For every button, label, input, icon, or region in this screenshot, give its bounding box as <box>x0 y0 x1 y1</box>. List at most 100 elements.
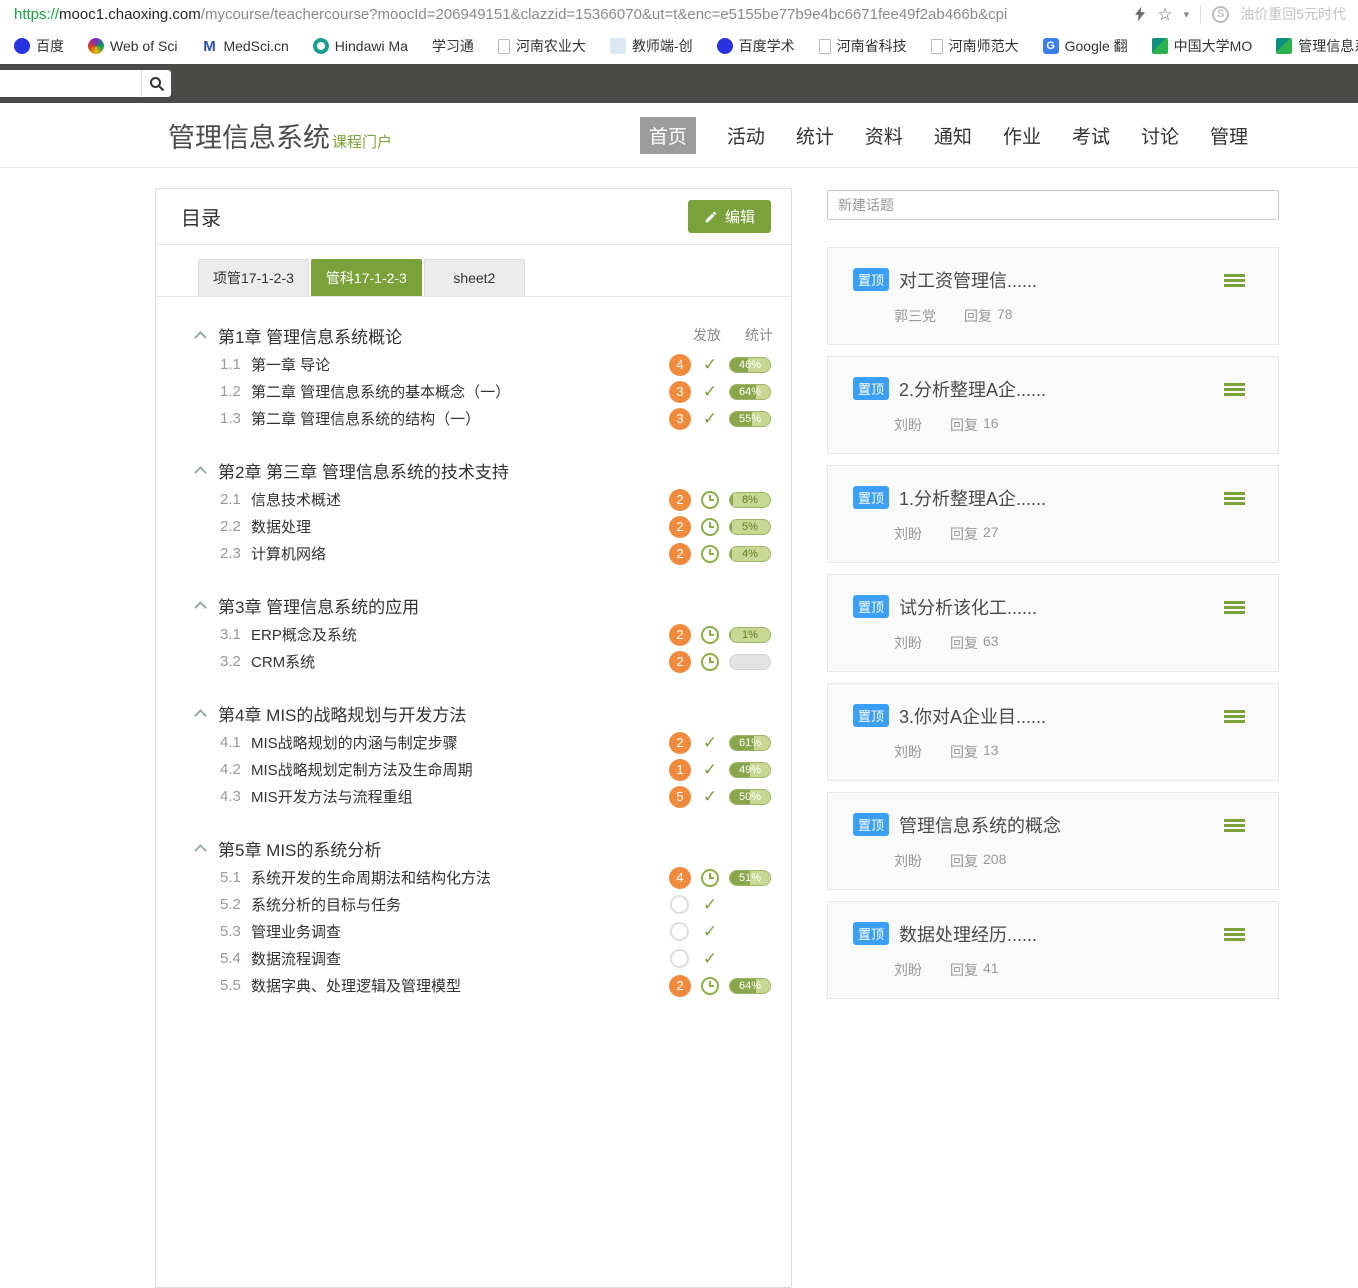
topic-author: 刘盼 <box>894 742 922 762</box>
section-title: 计算机网络 <box>251 543 326 564</box>
edit-button[interactable]: 编辑 <box>688 200 771 233</box>
bookmark-item[interactable]: Hindawi Ma <box>313 38 408 54</box>
menu-icon[interactable] <box>1224 819 1245 832</box>
menu-icon[interactable] <box>1224 492 1245 505</box>
bookmark-item[interactable]: 百度学术 <box>717 36 795 56</box>
collapse-chevron-icon[interactable] <box>194 331 207 344</box>
search-input[interactable] <box>0 70 141 97</box>
section-row[interactable]: 4.3 MIS开发方法与流程重组 5 50% <box>194 783 775 810</box>
nav-tab[interactable]: 活动 <box>727 122 765 149</box>
status-icon <box>701 626 719 644</box>
bookmark-item[interactable]: 管理信息系 <box>1276 36 1358 56</box>
menu-icon[interactable] <box>1224 601 1245 614</box>
bookmark-item[interactable]: 中国大学MO <box>1152 36 1253 56</box>
extension-icon[interactable]: S <box>1212 6 1229 23</box>
nav-tab[interactable]: 作业 <box>1003 122 1041 149</box>
section-row[interactable]: 2.1 信息技术概述 2 8% <box>194 486 775 513</box>
address-bar[interactable]: https://mooc1.chaoxing.com/mycourse/teac… <box>14 6 1123 23</box>
bookmark-item[interactable]: 百度 <box>14 36 64 56</box>
menu-icon[interactable] <box>1224 928 1245 941</box>
nav-tab[interactable]: 考试 <box>1072 122 1110 149</box>
progress-pill: 49% <box>729 762 771 778</box>
url-scheme: https:// <box>14 6 59 23</box>
task-count-badge: 4 <box>669 867 691 889</box>
collapse-chevron-icon[interactable] <box>194 601 207 614</box>
nav-tab[interactable]: 通知 <box>934 122 972 149</box>
topic-title: 3.你对A企业目...... <box>899 703 1046 729</box>
bookmark-item[interactable]: Google 翻 <box>1043 36 1128 56</box>
collapse-chevron-icon[interactable] <box>194 709 207 722</box>
column-stats: 统计 <box>745 325 773 345</box>
bookmark-item[interactable]: 河南师范大 <box>931 36 1019 56</box>
section-row[interactable]: 2.3 计算机网络 2 4% <box>194 540 775 567</box>
discussion-sidebar: 置顶 对工资管理信...... 郭三党 回复 78 置顶 <box>827 190 1279 1010</box>
chapter-title: 第2章 第三章 管理信息系统的技术支持 <box>218 458 509 483</box>
new-topic-input[interactable] <box>827 190 1279 220</box>
section-row[interactable]: 5.4 数据流程调查 <box>194 945 775 972</box>
topic-card[interactable]: 置顶 2.分析整理A企...... 刘盼 回复 16 <box>827 356 1279 454</box>
class-tab[interactable]: 管科17-1-2-3 <box>311 259 422 296</box>
bookmark-item[interactable]: Web of Sci <box>88 38 177 54</box>
menu-icon[interactable] <box>1224 274 1245 287</box>
topic-card[interactable]: 置顶 对工资管理信...... 郭三党 回复 78 <box>827 247 1279 345</box>
topic-title: 数据处理经历...... <box>899 921 1037 947</box>
section-row[interactable]: 4.1 MIS战略规划的内涵与制定步骤 2 61% <box>194 729 775 756</box>
section-title: 第二章 管理信息系统的基本概念（一） <box>251 381 510 402</box>
task-count-badge: 2 <box>669 489 691 511</box>
topic-card[interactable]: 置顶 管理信息系统的概念 刘盼 回复 208 <box>827 792 1279 890</box>
bookmarks-bar: 百度 Web of Sci MedSci.cn Hindawi Ma 学习通 河… <box>0 28 1358 64</box>
reply-label: 回复 <box>950 415 978 435</box>
section-title: CRM系统 <box>251 651 315 672</box>
nav-tab[interactable]: 资料 <box>865 122 903 149</box>
star-dropdown-icon[interactable]: ▾ <box>1184 8 1190 21</box>
section-row[interactable]: 5.3 管理业务调查 <box>194 918 775 945</box>
section-status-cluster: 1 49% <box>669 759 775 781</box>
section-row[interactable]: 4.2 MIS战略规划定制方法及生命周期 1 49% <box>194 756 775 783</box>
task-count-badge: 3 <box>669 381 691 403</box>
bookmark-item[interactable]: 河南农业大 <box>498 36 586 56</box>
progress-pill <box>729 654 771 670</box>
bookmark-item[interactable]: 河南省科技 <box>819 36 907 56</box>
section-row[interactable]: 1.2 第二章 管理信息系统的基本概念（一） 3 64% <box>194 378 775 405</box>
section-title: 系统分析的目标与任务 <box>251 894 401 915</box>
class-tab[interactable]: 项管17-1-2-3 <box>198 259 309 296</box>
section-row[interactable]: 1.3 第二章 管理信息系统的结构（一） 3 55% <box>194 405 775 432</box>
topic-author: 刘盼 <box>894 851 922 871</box>
progress-pill: 46% <box>729 357 771 373</box>
reply-count: 208 <box>983 851 1006 871</box>
collapse-chevron-icon[interactable] <box>194 466 207 479</box>
column-release: 发放 <box>693 325 721 345</box>
section-row[interactable]: 3.1 ERP概念及系统 2 1% <box>194 621 775 648</box>
section-row[interactable]: 2.2 数据处理 2 5% <box>194 513 775 540</box>
topic-card[interactable]: 置顶 3.你对A企业目...... 刘盼 回复 13 <box>827 683 1279 781</box>
topic-card[interactable]: 置顶 1.分析整理A企...... 刘盼 回复 27 <box>827 465 1279 563</box>
nav-tab[interactable]: 统计 <box>796 122 834 149</box>
topic-card[interactable]: 置顶 试分析该化工...... 刘盼 回复 63 <box>827 574 1279 672</box>
search-button[interactable] <box>141 70 171 97</box>
task-count-badge: 3 <box>669 408 691 430</box>
menu-icon[interactable] <box>1224 383 1245 396</box>
course-header: 管理信息系统 课程门户 首页 活动 统计 资料 通知 作业 考试 讨论 管理 <box>0 103 1358 168</box>
bookmark-item[interactable]: MedSci.cn <box>201 38 288 54</box>
class-tab[interactable]: sheet2 <box>424 259 525 296</box>
section-status-cluster: 2 1% <box>669 624 775 646</box>
page-toolbar <box>0 64 1358 103</box>
bookmark-item[interactable]: 学习通 <box>432 36 474 56</box>
bookmark-star-icon[interactable]: ☆ <box>1157 6 1172 23</box>
bookmark-label: Hindawi Ma <box>335 38 408 54</box>
flash-icon[interactable] <box>1135 6 1146 22</box>
progress-pill: 55% <box>729 411 771 427</box>
menu-icon[interactable] <box>1224 710 1245 723</box>
topic-card[interactable]: 置顶 数据处理经历...... 刘盼 回复 41 <box>827 901 1279 999</box>
section-row[interactable]: 5.2 系统分析的目标与任务 <box>194 891 775 918</box>
section-row[interactable]: 1.1 第一章 导论 4 46% <box>194 351 775 378</box>
collapse-chevron-icon[interactable] <box>194 844 207 857</box>
bookmark-label: Web of Sci <box>110 38 177 54</box>
nav-tab[interactable]: 管理 <box>1210 122 1248 149</box>
section-row[interactable]: 5.1 系统开发的生命周期法和结构化方法 4 51% <box>194 864 775 891</box>
section-row[interactable]: 3.2 CRM系统 2 <box>194 648 775 675</box>
nav-tab[interactable]: 讨论 <box>1141 122 1179 149</box>
section-row[interactable]: 5.5 数据字典、处理逻辑及管理模型 2 64% <box>194 972 775 999</box>
nav-tab[interactable]: 首页 <box>640 117 696 154</box>
bookmark-item[interactable]: 教师端-创 <box>610 36 693 56</box>
